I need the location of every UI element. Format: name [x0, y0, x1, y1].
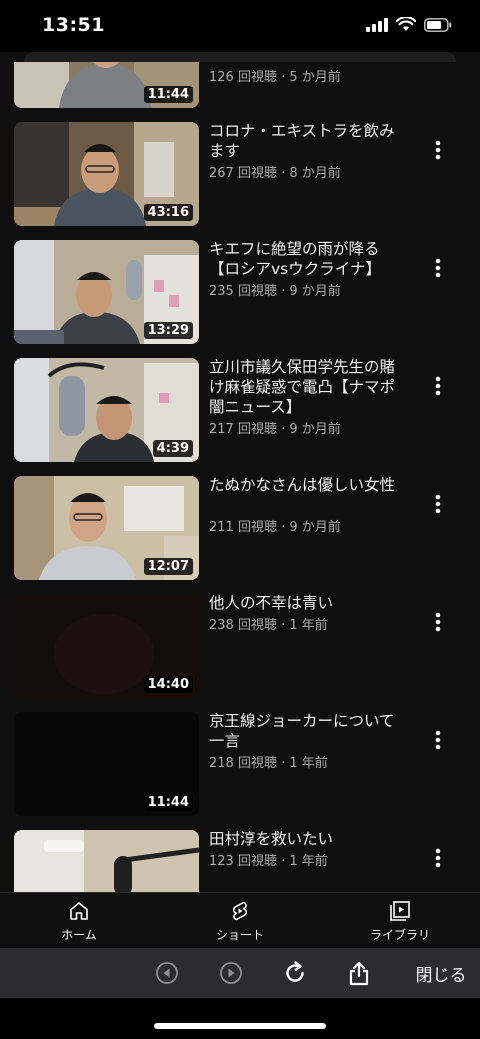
video-duration: 43:16	[143, 204, 193, 221]
more-options-icon[interactable]	[428, 846, 448, 870]
video-item[interactable]: 12:07 たぬかなさんは優しい女性 211 回視聴 · 9 か月前	[0, 476, 480, 580]
video-duration: 12:07	[143, 558, 193, 575]
video-title[interactable]: 京王線ジョーカーについて一言	[209, 711, 397, 751]
status-bar: 13:51	[0, 0, 480, 52]
video-title[interactable]: 立川市議久保田学先生の賭け麻雀疑惑で電凸【ナマポ闇ニュース】	[209, 357, 397, 417]
video-item[interactable]: 田村淳を救いたい 123 回視聴 · 1 年前	[0, 830, 480, 892]
video-thumbnail[interactable]: 4:39	[14, 358, 199, 462]
wifi-icon	[396, 17, 416, 31]
signal-icon	[366, 17, 388, 32]
browser-toolbar: 閉じる	[0, 948, 480, 998]
video-title[interactable]: 田村淳を救いたい	[209, 829, 397, 849]
nav-home-label: ホーム	[61, 928, 97, 942]
video-thumbnail[interactable]: 11:44	[14, 712, 199, 816]
more-options-icon[interactable]	[428, 374, 448, 398]
video-meta: 217 回視聴 · 9 か月前	[209, 422, 341, 437]
library-icon	[390, 901, 410, 921]
video-duration: 13:29	[143, 322, 193, 339]
video-duration: 11:44	[143, 794, 193, 811]
nav-shorts-label: ショート	[215, 928, 264, 942]
video-thumbnail[interactable]: 13:29	[14, 240, 199, 344]
video-item[interactable]: 4:39 立川市議久保田学先生の賭け麻雀疑惑で電凸【ナマポ闇ニュース】 217 …	[0, 358, 480, 462]
home-icon	[70, 902, 88, 920]
video-meta: 235 回視聴 · 9 か月前	[209, 284, 341, 299]
back-arrow-icon	[156, 962, 178, 984]
video-thumbnail[interactable]: 43:16	[14, 122, 199, 226]
video-duration: 4:39	[152, 440, 193, 457]
video-meta: 126 回視聴 · 5 か月前	[209, 70, 341, 85]
video-item[interactable]: 11:44 京王線ジョーカーについて一言 218 回視聴 · 1 年前	[0, 712, 480, 816]
reload-icon	[286, 961, 304, 982]
more-options-icon[interactable]	[428, 610, 448, 634]
video-meta: 123 回視聴 · 1 年前	[209, 854, 328, 869]
video-list[interactable]: 11:44 126 回視聴 · 5 か月前 43:16 コロナ・エキストラを飲み…	[0, 62, 480, 892]
video-title[interactable]: キエフに絶望の雨が降る【ロシアvsウクライナ】	[209, 239, 397, 279]
forward-arrow-icon	[220, 962, 242, 984]
share-button[interactable]	[344, 958, 374, 988]
bottom-nav: ホーム ショート ライブラリ	[0, 892, 480, 949]
shorts-icon	[232, 901, 248, 921]
video-meta: 267 回視聴 · 8 か月前	[209, 166, 341, 181]
video-meta: 211 回視聴 · 9 か月前	[209, 520, 341, 535]
video-duration: 14:40	[143, 676, 193, 693]
back-button[interactable]	[153, 958, 181, 988]
more-options-icon[interactable]	[428, 138, 448, 162]
home-indicator[interactable]	[154, 1023, 326, 1029]
video-item[interactable]: 13:29 キエフに絶望の雨が降る【ロシアvsウクライナ】 235 回視聴 · …	[0, 240, 480, 344]
share-icon	[349, 961, 369, 986]
close-button[interactable]: 閉じる	[408, 958, 474, 988]
video-item[interactable]: 43:16 コロナ・エキストラを飲みます 267 回視聴 · 8 か月前	[0, 122, 480, 226]
nav-shorts[interactable]: ショート	[185, 899, 295, 943]
close-label: 閉じる	[415, 965, 467, 986]
forward-button[interactable]	[217, 958, 245, 988]
more-options-icon[interactable]	[428, 728, 448, 752]
video-thumbnail[interactable]: 12:07	[14, 476, 199, 580]
more-options-icon[interactable]	[428, 492, 448, 516]
video-meta: 238 回視聴 · 1 年前	[209, 618, 328, 633]
home-area	[0, 998, 480, 1039]
video-thumbnail[interactable]: 14:40	[14, 594, 199, 698]
status-icons	[366, 17, 452, 32]
video-duration: 11:44	[143, 86, 193, 103]
nav-library[interactable]: ライブラリ	[345, 899, 455, 943]
reload-button[interactable]	[280, 958, 310, 988]
nav-home[interactable]: ホーム	[24, 899, 134, 943]
video-thumbnail[interactable]: 11:44	[14, 62, 199, 108]
video-meta: 218 回視聴 · 1 年前	[209, 756, 328, 771]
nav-library-label: ライブラリ	[369, 928, 430, 942]
more-options-icon[interactable]	[428, 256, 448, 280]
video-title[interactable]: 他人の不幸は青い	[209, 593, 397, 613]
video-title[interactable]: たぬかなさんは優しい女性	[209, 475, 397, 495]
video-item[interactable]: 11:44 126 回視聴 · 5 か月前	[0, 62, 480, 108]
status-time: 13:51	[42, 14, 105, 36]
battery-icon	[424, 17, 452, 32]
video-thumbnail[interactable]	[14, 830, 199, 892]
video-title[interactable]: コロナ・エキストラを飲みます	[209, 121, 397, 161]
video-item[interactable]: 14:40 他人の不幸は青い 238 回視聴 · 1 年前	[0, 594, 480, 698]
